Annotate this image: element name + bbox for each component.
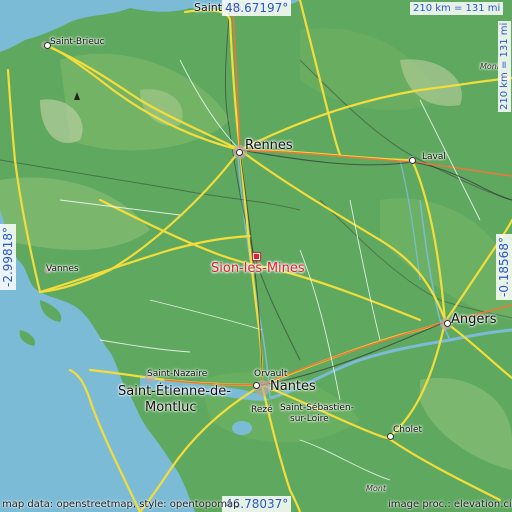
place-saint-brieuc: Saint-Brieuc <box>50 37 105 47</box>
place-moni: Moni <box>480 62 500 71</box>
location-marker[interactable] <box>252 252 261 261</box>
place-angers: Angers <box>451 312 497 327</box>
city-dot-saint-brieuc <box>44 42 51 49</box>
coord-right-longitude: -0.18568° <box>496 234 512 300</box>
scale-vertical: 210 km = 131 mi <box>498 20 511 112</box>
coord-left-longitude: -2.99818° <box>0 224 16 290</box>
city-dot-laval <box>409 157 416 164</box>
city-dot-angers <box>444 320 451 327</box>
place-sur-loire: sur-Loire <box>290 414 329 424</box>
city-dot-cholet <box>387 433 394 440</box>
place-saint-sebastien: Saint-Sébastien- <box>280 403 354 413</box>
place-reze: Rezé <box>251 405 273 415</box>
place-vannes: Vannes <box>46 264 79 274</box>
place-orvault: Orvault <box>254 369 288 379</box>
place-cholet: Cholet <box>393 425 423 435</box>
target-location-label: Sion-les-Mines <box>211 261 305 276</box>
place-nantes: Nantes <box>270 379 316 394</box>
city-dot-rennes <box>236 149 243 156</box>
topographic-map[interactable]: Saint-Ma Saint-Brieuc Rennes Laval Vanne… <box>0 0 512 512</box>
place-mont: Mont <box>366 484 387 493</box>
place-laval: Laval <box>422 152 446 162</box>
place-rennes: Rennes <box>245 138 293 153</box>
city-dot-nantes <box>253 382 260 389</box>
attribution-map-data: map data: openstreetmap, style: opentopo… <box>2 499 240 510</box>
place-montluc: Montluc <box>145 400 197 415</box>
scale-horizontal: 210 km = 131 mi <box>410 2 504 15</box>
place-saint-etienne: Saint-Étienne-de- <box>118 384 231 399</box>
coord-top-latitude: 48.67197° <box>222 0 292 16</box>
attribution-image-proc: image proc.: elevation.city <box>388 499 512 510</box>
place-saint-nazaire: Saint-Nazaire <box>147 369 208 379</box>
